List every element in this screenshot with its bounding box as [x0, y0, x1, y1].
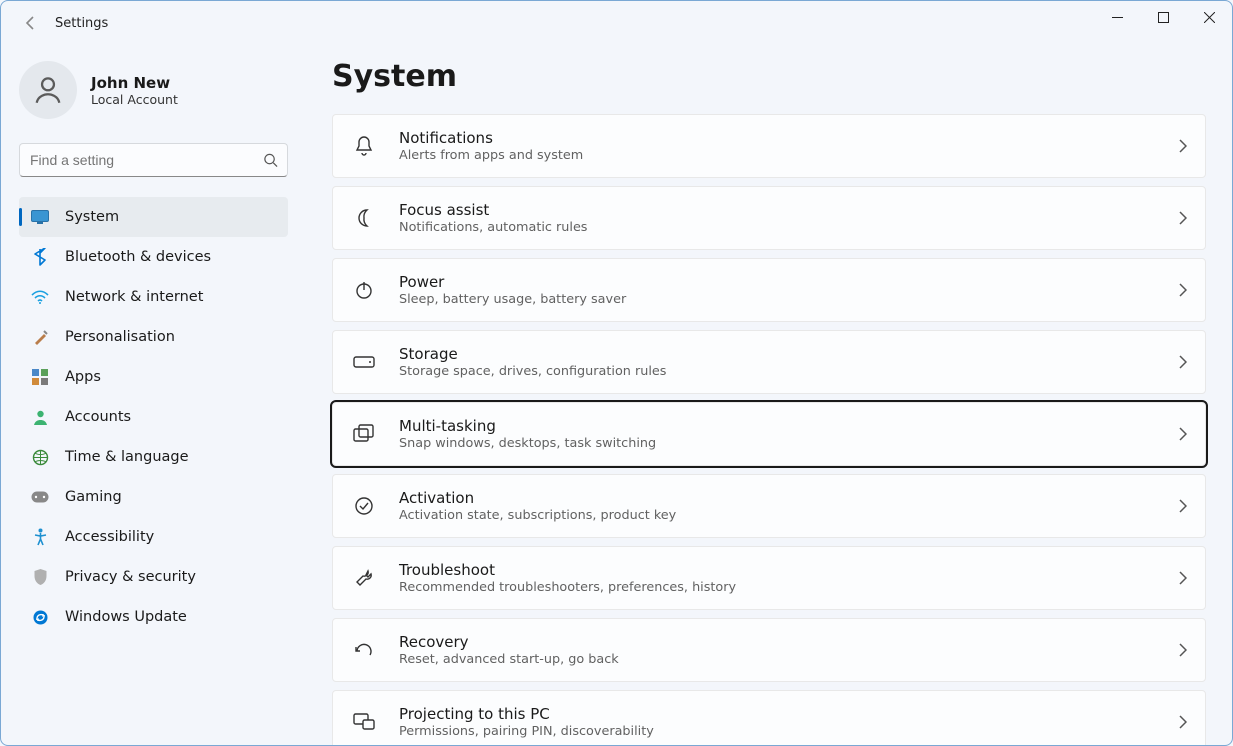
shield-icon	[31, 568, 49, 586]
brush-icon	[31, 328, 49, 346]
main-content: System Notifications Alerts from apps an…	[306, 45, 1232, 745]
card-title: Recovery	[399, 633, 1178, 651]
multitask-icon	[351, 424, 377, 444]
card-title: Activation	[399, 489, 1178, 507]
sidebar-item-personalisation[interactable]: Personalisation	[19, 317, 288, 357]
sidebar-item-label: Network & internet	[65, 289, 203, 305]
recovery-icon	[351, 641, 377, 659]
card-title: Projecting to this PC	[399, 705, 1178, 723]
user-account-type: Local Account	[91, 92, 178, 107]
check-circle-icon	[351, 496, 377, 516]
card-title: Notifications	[399, 129, 1178, 147]
card-desc: Reset, advanced start-up, go back	[399, 652, 1178, 667]
card-activation[interactable]: Activation Activation state, subscriptio…	[332, 474, 1206, 538]
sidebar: John New Local Account System Bluetooth …	[1, 45, 306, 745]
globe-clock-icon	[31, 448, 49, 466]
person-icon	[31, 408, 49, 426]
drive-icon	[351, 356, 377, 368]
sidebar-item-network[interactable]: Network & internet	[19, 277, 288, 317]
card-troubleshoot[interactable]: Troubleshoot Recommended troubleshooters…	[332, 546, 1206, 610]
profile-block[interactable]: John New Local Account	[19, 61, 288, 119]
card-power[interactable]: Power Sleep, battery usage, battery save…	[332, 258, 1206, 322]
update-icon	[31, 608, 49, 626]
card-notifications[interactable]: Notifications Alerts from apps and syste…	[332, 114, 1206, 178]
card-desc: Permissions, pairing PIN, discoverabilit…	[399, 724, 1178, 739]
sidebar-item-label: Apps	[65, 369, 101, 385]
search-box[interactable]	[19, 143, 288, 177]
chevron-right-icon	[1178, 283, 1187, 297]
sidebar-item-apps[interactable]: Apps	[19, 357, 288, 397]
card-desc: Recommended troubleshooters, preferences…	[399, 580, 1178, 595]
card-title: Multi-tasking	[399, 417, 1178, 435]
chevron-right-icon	[1178, 355, 1187, 369]
card-multi-tasking[interactable]: Multi-tasking Snap windows, desktops, ta…	[332, 402, 1206, 466]
card-recovery[interactable]: Recovery Reset, advanced start-up, go ba…	[332, 618, 1206, 682]
wrench-icon	[351, 568, 377, 588]
chevron-right-icon	[1178, 571, 1187, 585]
search-icon	[263, 153, 278, 168]
card-desc: Storage space, drives, configuration rul…	[399, 364, 1178, 379]
bell-icon	[351, 135, 377, 157]
page-title: System	[332, 59, 1206, 94]
sidebar-item-label: Personalisation	[65, 329, 175, 345]
sidebar-item-label: Accessibility	[65, 529, 154, 545]
card-storage[interactable]: Storage Storage space, drives, configura…	[332, 330, 1206, 394]
maximize-button[interactable]	[1140, 1, 1186, 33]
sidebar-item-label: Bluetooth & devices	[65, 249, 211, 265]
sidebar-item-label: Gaming	[65, 489, 122, 505]
card-desc: Sleep, battery usage, battery saver	[399, 292, 1178, 307]
back-button[interactable]	[21, 13, 41, 33]
sidebar-item-update[interactable]: Windows Update	[19, 597, 288, 637]
wifi-icon	[31, 288, 49, 306]
sidebar-item-label: System	[65, 209, 119, 225]
sidebar-item-label: Accounts	[65, 409, 131, 425]
chevron-right-icon	[1178, 211, 1187, 225]
user-name: John New	[91, 74, 178, 92]
titlebar: Settings	[1, 1, 1232, 45]
chevron-right-icon	[1178, 715, 1187, 729]
sidebar-item-label: Time & language	[65, 449, 189, 465]
project-icon	[351, 713, 377, 731]
sidebar-item-system[interactable]: System	[19, 197, 288, 237]
chevron-right-icon	[1178, 643, 1187, 657]
sidebar-item-time[interactable]: Time & language	[19, 437, 288, 477]
close-button[interactable]	[1186, 1, 1232, 33]
sidebar-item-accounts[interactable]: Accounts	[19, 397, 288, 437]
app-title: Settings	[55, 16, 108, 31]
bluetooth-icon	[31, 248, 49, 266]
card-desc: Snap windows, desktops, task switching	[399, 436, 1178, 451]
card-title: Power	[399, 273, 1178, 291]
card-title: Storage	[399, 345, 1178, 363]
card-focus-assist[interactable]: Focus assist Notifications, automatic ru…	[332, 186, 1206, 250]
power-icon	[351, 280, 377, 300]
sidebar-item-privacy[interactable]: Privacy & security	[19, 557, 288, 597]
sidebar-item-gaming[interactable]: Gaming	[19, 477, 288, 517]
chevron-right-icon	[1178, 427, 1187, 441]
search-input[interactable]	[19, 143, 288, 177]
moon-icon	[351, 208, 377, 228]
chevron-right-icon	[1178, 499, 1187, 513]
avatar	[19, 61, 77, 119]
window-controls	[1094, 1, 1232, 33]
display-icon	[31, 208, 49, 226]
sidebar-item-bluetooth[interactable]: Bluetooth & devices	[19, 237, 288, 277]
minimize-button[interactable]	[1094, 1, 1140, 33]
card-projecting[interactable]: Projecting to this PC Permissions, pairi…	[332, 690, 1206, 745]
accessibility-icon	[31, 528, 49, 546]
sidebar-item-label: Privacy & security	[65, 569, 196, 585]
card-desc: Activation state, subscriptions, product…	[399, 508, 1178, 523]
apps-icon	[31, 368, 49, 386]
card-title: Troubleshoot	[399, 561, 1178, 579]
gamepad-icon	[31, 488, 49, 506]
sidebar-item-label: Windows Update	[65, 609, 187, 625]
card-desc: Alerts from apps and system	[399, 148, 1178, 163]
card-desc: Notifications, automatic rules	[399, 220, 1178, 235]
card-title: Focus assist	[399, 201, 1178, 219]
sidebar-item-accessibility[interactable]: Accessibility	[19, 517, 288, 557]
chevron-right-icon	[1178, 139, 1187, 153]
